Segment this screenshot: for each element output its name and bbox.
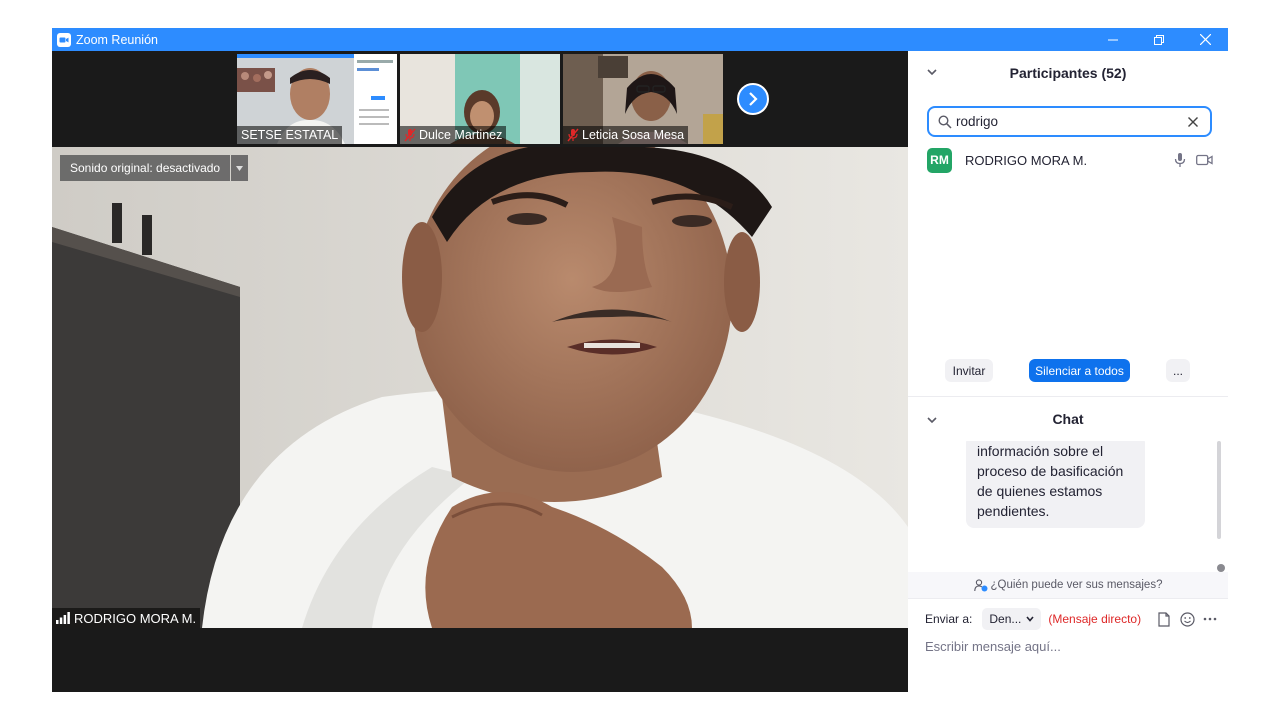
video-area: SETSE ESTATAL Dulce Martinez Leticia Sos… (52, 51, 908, 692)
recipient-dropdown[interactable]: Den... (982, 608, 1042, 630)
video-camera-icon (1195, 154, 1213, 166)
participant-video-button[interactable] (1195, 151, 1213, 169)
muted-mic-icon (404, 128, 416, 142)
chevron-down-icon[interactable] (926, 414, 938, 426)
caret-down-icon (236, 165, 244, 171)
video-thumbnail[interactable]: SETSE ESTATAL (237, 54, 397, 144)
restore-icon (1154, 34, 1164, 45)
participant-list-item[interactable]: RM RODRIGO MORA M. (927, 146, 1213, 174)
video-thumbnail[interactable]: Leticia Sosa Mesa (563, 54, 723, 144)
participant-mic-button[interactable] (1171, 151, 1189, 169)
who-can-see-text: ¿Quién puede ver sus mensajes? (990, 579, 1163, 591)
thumbnail-name: Leticia Sosa Mesa (582, 128, 685, 142)
chat-scroll-thumb[interactable] (1217, 564, 1225, 572)
speaker-name-label: RODRIGO MORA M. (52, 608, 201, 628)
chevron-down-icon (1026, 616, 1034, 622)
close-icon (1188, 116, 1198, 127)
thumbnail-strip: SETSE ESTATAL Dulce Martinez Leticia Sos… (52, 51, 908, 147)
restore-button[interactable] (1136, 28, 1182, 51)
original-sound-toggle: Sonido original: desactivado (60, 155, 249, 181)
chat-title: Chat (1052, 411, 1084, 427)
send-file-button[interactable] (1155, 610, 1173, 628)
clear-search-button[interactable] (1185, 114, 1201, 130)
file-icon (1158, 611, 1170, 627)
original-sound-button[interactable]: Sonido original: desactivado (60, 155, 231, 181)
muted-mic-icon (567, 128, 579, 142)
chat-message-bubble: información sobre el proceso de basifica… (966, 441, 1145, 528)
participant-name: RODRIGO MORA M. (965, 152, 1088, 168)
participants-title: Participantes (52) (1009, 65, 1127, 81)
thumbnail-label: Leticia Sosa Mesa (563, 126, 689, 144)
more-chat-options-button[interactable] (1201, 610, 1219, 628)
minimize-button[interactable] (1090, 28, 1136, 51)
invite-button[interactable]: Invitar (945, 359, 993, 382)
zoom-meeting-window: Zoom Reunión SETSE ESTATAL Dulce Martine… (52, 28, 1228, 692)
chat-message-input[interactable] (925, 636, 1215, 656)
zoom-logo-icon (56, 32, 72, 48)
who-can-see-messages[interactable]: ¿Quién puede ver sus mensajes? (908, 572, 1228, 598)
emoji-button[interactable] (1178, 610, 1196, 628)
user-privacy-icon (973, 578, 988, 591)
speaker-name: RODRIGO MORA M. (74, 610, 197, 626)
search-icon (938, 114, 952, 129)
close-icon (1199, 34, 1211, 45)
video-thumbnail[interactable]: Dulce Martinez (400, 54, 560, 144)
close-button[interactable] (1182, 28, 1228, 51)
side-panel: Participantes (52) RM RODRIGO MORA M. In… (908, 51, 1228, 692)
minimize-icon (1108, 39, 1118, 40)
chat-messages[interactable]: información sobre el proceso de basifica… (908, 441, 1228, 571)
panel-divider (908, 396, 1228, 397)
main-speaker-video[interactable]: Sonido original: desactivado RODRIGO MOR… (52, 147, 908, 628)
chevron-right-icon (749, 92, 758, 106)
avatar: RM (927, 147, 952, 173)
more-options-button[interactable]: ... (1166, 359, 1190, 382)
original-sound-dropdown[interactable] (231, 155, 249, 181)
mute-all-button[interactable]: Silenciar a todos (1029, 359, 1130, 382)
panel-divider (908, 598, 1228, 599)
chat-scrollbar[interactable] (1217, 441, 1221, 539)
direct-message-tag: (Mensaje directo) (1048, 612, 1142, 626)
speaker-video-feed (52, 147, 908, 628)
participant-actions: Invitar Silenciar a todos ... (908, 359, 1228, 383)
signal-strength-icon (56, 612, 70, 624)
next-thumbnails-button[interactable] (737, 83, 769, 115)
thumbnail-label: Dulce Martinez (400, 126, 507, 144)
chat-header: Chat (908, 401, 1228, 437)
thumbnail-name: Dulce Martinez (419, 128, 503, 142)
thumbnail-label: SETSE ESTATAL (237, 126, 343, 144)
chevron-down-icon[interactable] (926, 66, 938, 78)
participant-search-input[interactable] (956, 114, 1181, 129)
microphone-icon (1174, 153, 1186, 167)
window-title: Zoom Reunión (76, 32, 158, 47)
send-to-label: Enviar a: (925, 612, 973, 626)
participants-header: Participantes (52) (908, 51, 1228, 95)
send-to-row: Enviar a: Den... (Mensaje directo) (925, 607, 1220, 631)
title-bar: Zoom Reunión (52, 28, 1228, 51)
recipient-name: Den... (989, 612, 1022, 626)
thumbnail-name: SETSE ESTATAL (241, 128, 339, 142)
participant-search (927, 106, 1212, 137)
emoji-icon (1179, 611, 1195, 627)
more-horizontal-icon (1203, 617, 1217, 621)
